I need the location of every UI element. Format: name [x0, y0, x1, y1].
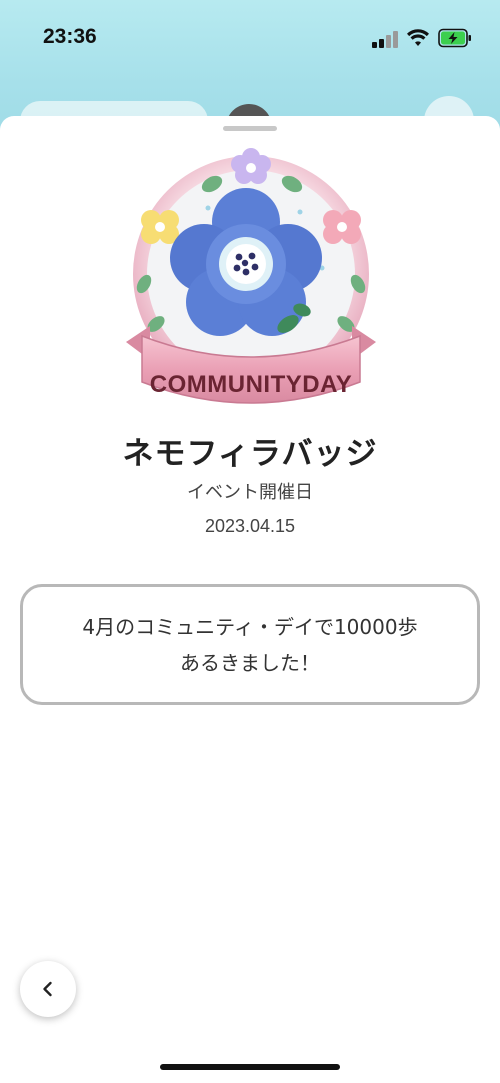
status-bar: 23:36	[0, 0, 500, 80]
badge-banner-text: COMMUNITYDAY	[150, 371, 352, 398]
nemophila-badge-image: COMMUNITYDAY	[126, 148, 376, 404]
sheet-grabber[interactable]	[223, 126, 277, 131]
badge-detail-sheet: COMMUNITYDAY ネモフィラバッジ イベント開催日 2023.04.15…	[0, 116, 500, 1083]
battery-charging-icon	[438, 28, 471, 48]
chevron-left-icon	[43, 981, 52, 997]
event-date-label: イベント開催日	[187, 482, 313, 503]
message-line-1: 4月のコミュニティ・デイで10000歩	[82, 614, 418, 639]
wifi-icon	[407, 29, 429, 46]
message-line-2: あるきました！	[180, 650, 320, 675]
cellular-signal-icon	[372, 30, 400, 48]
event-date-value: 2023.04.15	[204, 516, 296, 536]
home-indicator[interactable]	[160, 1064, 340, 1070]
badge-message-box: 4月のコミュニティ・デイで10000歩 あるきました！	[20, 584, 480, 705]
status-time: 23:36	[43, 25, 97, 48]
badge-title: ネモフィラバッジ	[122, 436, 378, 472]
back-button[interactable]	[20, 961, 76, 1017]
